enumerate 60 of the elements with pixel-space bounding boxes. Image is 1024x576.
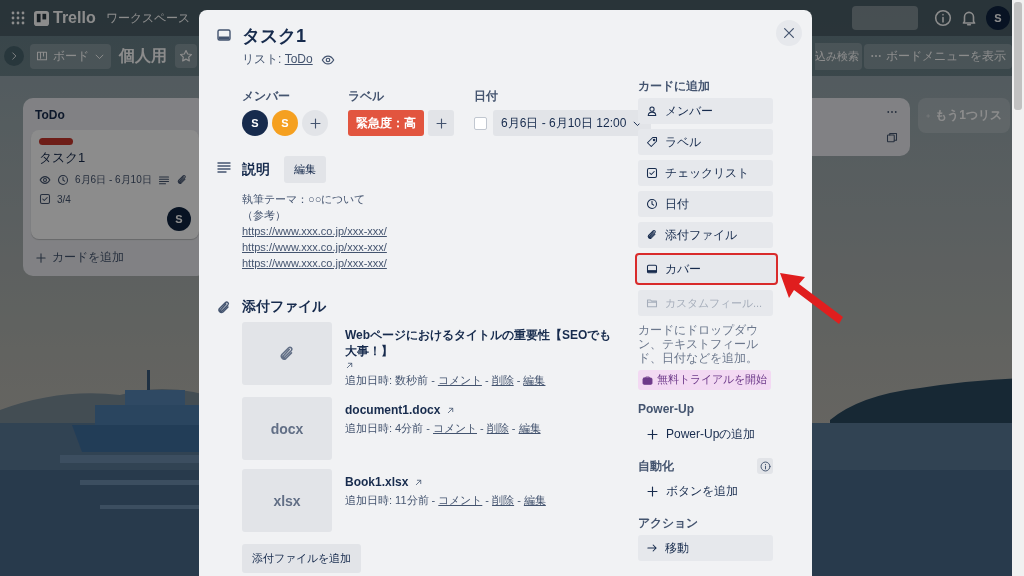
attachment-thumbnail[interactable]: xlsx: [242, 469, 332, 532]
sidebar-button[interactable]: 移動: [638, 535, 773, 561]
attachment-action-link[interactable]: 削除: [486, 422, 509, 434]
checklist-count: 3/4: [57, 193, 71, 205]
sidebar-heading: 自動化: [638, 457, 674, 475]
description-link[interactable]: https://www.xxx.co.jp/xxx-xxx/: [242, 255, 387, 271]
date-button[interactable]: 6月6日 - 6月10日 12:00: [493, 110, 652, 136]
description-text: （参考）: [242, 208, 286, 223]
board-title: 個人用: [117, 45, 168, 66]
card-title: タスク1: [242, 25, 307, 48]
card-dates: 6月6日 - 6月10日: [75, 173, 152, 187]
sidebar-button[interactable]: チェックリスト: [638, 160, 773, 186]
list-info: リスト: ToDo: [242, 51, 313, 68]
attachment-action-link[interactable]: 削除: [491, 374, 514, 386]
description-link[interactable]: https://www.xxx.co.jp/xxx-xxx/: [242, 223, 387, 239]
attachment-action-link[interactable]: 編集: [518, 422, 541, 434]
labels-label: ラベル: [348, 88, 385, 105]
edit-button[interactable]: 編集: [284, 156, 326, 183]
attachment-meta: 追加日時: 11分前 - コメント - 削除 - 編集: [345, 493, 547, 508]
sidebar-button[interactable]: ボタンを追加: [638, 478, 773, 504]
app-logo[interactable]: Trello: [34, 9, 96, 27]
description-text: 執筆テーマ：○○について: [242, 192, 366, 207]
add-card-button[interactable]: カードを追加: [31, 239, 128, 270]
attachment-action-link[interactable]: コメント: [438, 494, 483, 506]
add-attachment-button[interactable]: 添付ファイルを追加: [242, 544, 361, 573]
attachment-meta: 追加日時: 数秒前 - コメント - 削除 - 編集: [345, 373, 547, 388]
section-title: 添付ファイル: [242, 297, 326, 316]
member-avatar[interactable]: S: [242, 110, 268, 136]
card-title: タスク1: [39, 149, 87, 167]
attachment-name[interactable]: document1.docx: [345, 402, 441, 418]
attachment-name[interactable]: Book1.xlsx: [345, 474, 409, 490]
sidebar-heading: Power-Up: [638, 402, 694, 416]
attachment-action-link[interactable]: コメント: [437, 374, 482, 386]
list-link[interactable]: ToDo: [284, 52, 313, 66]
attachment-action-link[interactable]: 編集: [523, 494, 546, 506]
trial-button[interactable]: 無料トライアルを開始: [638, 370, 771, 390]
task-card[interactable]: タスク1 6月6日 - 6月10日 3/4 S: [31, 130, 199, 239]
sidebar-heading: カードに追加: [638, 77, 710, 95]
sidebar-button[interactable]: メンバー: [638, 98, 773, 124]
sidebar-button[interactable]: ラベル: [638, 129, 773, 155]
attachment-action-link[interactable]: 削除: [492, 494, 515, 506]
attachment-name[interactable]: Webページにおけるタイトルの重要性【SEOでも大事！】: [345, 327, 613, 359]
sidebar-button[interactable]: Power-Upの追加: [638, 421, 773, 447]
description-link[interactable]: https://www.xxx.co.jp/xxx-xxx/: [242, 239, 387, 255]
attachment-meta: 追加日時: 4分前 - コメント - 削除 - 編集: [345, 421, 542, 436]
member-avatar[interactable]: S: [167, 207, 191, 231]
attachment-action-link[interactable]: コメント: [433, 422, 477, 434]
help-text: カードにドロップダウン、テキストフィールド、日付などを追加。: [638, 323, 759, 365]
label-chip[interactable]: 緊急度：高: [348, 110, 424, 136]
sidebar-button[interactable]: カバー: [635, 253, 778, 285]
workspace-menu[interactable]: ワークスペース: [103, 5, 192, 31]
sidebar-button[interactable]: 添付ファイル: [638, 222, 773, 248]
date-label: 日付: [474, 88, 499, 105]
attachment-thumbnail[interactable]: docx: [242, 397, 332, 460]
section-title: 説明: [242, 160, 270, 179]
members-label: メンバー: [242, 88, 291, 105]
list-title: ToDo: [34, 107, 66, 124]
attachment-action-link[interactable]: 編集: [523, 374, 546, 386]
sidebar-heading: アクション: [638, 514, 698, 532]
sidebar-button[interactable]: 日付: [638, 191, 773, 217]
